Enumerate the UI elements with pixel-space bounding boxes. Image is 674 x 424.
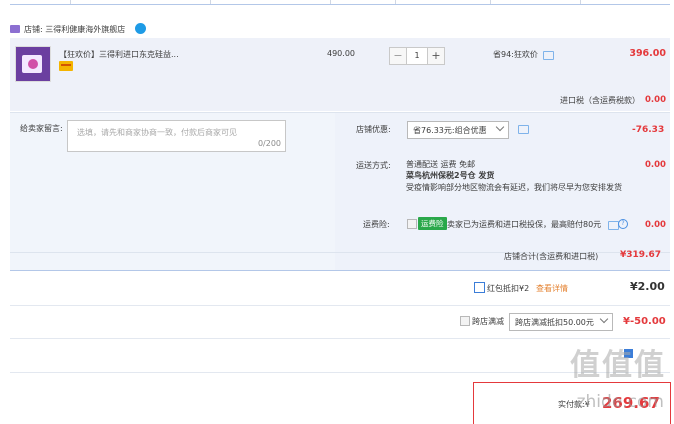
watermark-text: zhide.com [576, 392, 664, 412]
product-title[interactable]: 【狂欢价】三得利进口东克硅益... [59, 49, 179, 60]
promo-text: 省94:狂欢价 [493, 50, 538, 59]
divider [10, 270, 670, 271]
message-field[interactable]: 选填，请先和商家协商一致，付款后商家可见 0/200 [67, 120, 286, 152]
cross-store-checkbox[interactable] [460, 316, 470, 326]
red-envelope-value: ¥2.00 [630, 280, 665, 293]
unit-price: 490.00 [327, 49, 355, 58]
red-envelope-details-link[interactable]: 查看详情 [536, 283, 568, 294]
divider [10, 305, 670, 306]
watermark-logo: 值值值 [570, 348, 666, 383]
qty-minus-button[interactable]: − [389, 47, 407, 65]
divider [10, 338, 670, 339]
qty-input[interactable]: 1 [407, 47, 427, 65]
info-icon[interactable] [543, 51, 554, 60]
coupon-selected: 省76.33元:组合优惠 [413, 126, 487, 135]
help-icon[interactable]: ? [618, 219, 628, 229]
message-placeholder: 选填，请先和商家协商一致，付款后商家可见 [77, 128, 237, 137]
insurance-tag: 运费险 [418, 217, 447, 230]
product-thumbnail[interactable] [15, 46, 51, 82]
cross-store-label: 跨店满减 [472, 317, 504, 326]
shop-row: 店铺: 三得利健康海外旗舰店 [10, 22, 670, 38]
shop-total-label: 店铺合计(含运费和进口税) [504, 252, 599, 261]
shop-name[interactable]: 店铺: 三得利健康海外旗舰店 [24, 24, 125, 35]
import-tax-label: 进口税（含运费税款） [560, 96, 640, 105]
red-envelope-label: 红包抵扣¥2 [487, 284, 530, 293]
item-subtotal: 396.00 [629, 48, 666, 59]
cross-store-selected: 跨店满减抵扣50.00元 [515, 318, 594, 327]
cross-store-value: ¥-50.00 [623, 316, 666, 327]
shipping-value: 0.00 [645, 160, 666, 170]
header-divider [10, 4, 670, 5]
red-envelope-checkbox[interactable] [474, 282, 485, 293]
order-options: 给卖家留言: 选填，请先和商家协商一致，付款后商家可见 0/200 店铺优惠: … [10, 112, 670, 271]
shipping-warehouse: 菜鸟杭州保税2号仓 发货 [406, 171, 495, 180]
info-icon[interactable] [518, 125, 529, 134]
shop-icon [10, 25, 20, 33]
shop-total-value: ¥319.67 [620, 250, 661, 260]
shipping-notice: 受疫情影响部分地区物流会有延迟，我们将尽早为您安排发货 [406, 183, 622, 192]
insurance-checkbox[interactable] [407, 219, 417, 229]
credit-card-icon [59, 61, 73, 71]
cross-store-select[interactable]: 跨店满减抵扣50.00元 [509, 313, 613, 331]
insurance-text: 卖家已为运费和进口税投保，最高赔付80元 [447, 220, 602, 229]
insurance-value: 0.00 [645, 220, 666, 230]
order-item: 【狂欢价】三得利进口东克硅益... 490.00 − 1 + 省94:狂欢价 3… [10, 38, 670, 111]
import-tax-value: 0.00 [645, 95, 666, 105]
insurance-label: 运费险: [363, 220, 390, 229]
chat-bubble-icon[interactable] [135, 23, 146, 34]
message-counter: 0/200 [257, 139, 281, 148]
shipping-method: 普通配送 运费 免邮 [406, 160, 476, 169]
qty-plus-button[interactable]: + [427, 47, 445, 65]
chevron-down-icon [495, 122, 505, 132]
chevron-down-icon [599, 314, 609, 324]
shipping-label: 运送方式: [356, 161, 391, 170]
coupon-label: 店铺优惠: [356, 125, 391, 134]
coupon-value: -76.33 [632, 125, 665, 135]
message-label: 给卖家留言: [20, 124, 63, 133]
coupon-select[interactable]: 省76.33元:组合优惠 [407, 121, 509, 139]
